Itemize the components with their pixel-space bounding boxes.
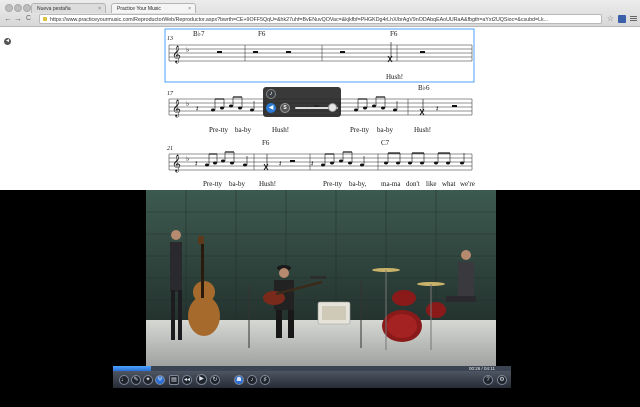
lyric: ba-by, [349, 180, 366, 188]
lyric: what [442, 180, 456, 188]
svg-text:𝄞: 𝄞 [172, 155, 181, 172]
chord-symbol: F6 [258, 30, 266, 38]
solo-button[interactable]: S [280, 103, 290, 113]
lyric: Hush! [272, 126, 289, 134]
help-icon[interactable]: ? [483, 375, 493, 385]
player-controls: 00:26 / 04:11 ♩ ✎ ✦ Ψ ▤ ◂◂ ▶ ↻ ☗ ♪ ♯ ? ⚙ [113, 366, 511, 388]
svg-text:♭: ♭ [186, 155, 189, 163]
svg-text:𝄽: 𝄽 [279, 159, 282, 168]
film-icon[interactable]: ▤ [169, 375, 179, 385]
bookmark-star-icon[interactable]: ☆ [607, 14, 614, 24]
video-frame [146, 190, 496, 366]
video-player[interactable]: 00:26 / 04:11 ♩ ✎ ✦ Ψ ▤ ◂◂ ▶ ↻ ☗ ♪ ♯ ? ⚙ [0, 190, 640, 407]
progress-bar[interactable]: 00:26 / 04:11 [113, 366, 511, 371]
volume-icon[interactable]: ◀ [266, 103, 276, 113]
staff-system-3[interactable]: 𝄞 ♭ 𝄽 𝄽 𝄽 [168, 151, 473, 172]
svg-text:♭: ♭ [186, 100, 189, 108]
progress-fill [113, 366, 151, 371]
brush-icon[interactable]: ✦ [143, 375, 153, 385]
tempo-icon[interactable]: ♪ [247, 375, 257, 385]
zoom-window-button[interactable] [23, 4, 31, 12]
lyric: Hush! [414, 126, 431, 134]
svg-text:♭: ♭ [186, 46, 189, 54]
speaker-icon[interactable]: ♪ [266, 89, 276, 99]
band-icon[interactable]: ☗ [234, 375, 244, 385]
forward-button[interactable]: → [14, 14, 22, 24]
svg-text:𝄞: 𝄞 [172, 100, 181, 117]
chord-symbol: B♭6 [418, 84, 430, 92]
tab-practice-your-music[interactable]: Practice Your Music × [111, 3, 196, 13]
svg-text:𝄽: 𝄽 [195, 159, 198, 168]
chord-symbol: F6 [262, 139, 270, 147]
lyric: don't [406, 180, 420, 188]
lyric: ba-by [229, 180, 245, 188]
tab-close-icon[interactable]: × [98, 4, 101, 14]
lyric: like [426, 180, 437, 188]
chord-symbol: C7 [381, 139, 390, 147]
lyric: we're [460, 180, 475, 188]
tab-new[interactable]: Nueva pestaña × [31, 3, 106, 13]
tab-close-icon[interactable]: × [188, 4, 191, 14]
chord-symbol: F6 [390, 30, 398, 38]
loop-icon[interactable]: ↻ [210, 375, 220, 385]
svg-text:𝄽: 𝄽 [436, 104, 439, 113]
lyric: Hush! [259, 180, 276, 188]
measure-number: 17 [167, 91, 174, 97]
staff-system-1[interactable]: 𝄞 ♭ [168, 42, 473, 63]
pencil-icon[interactable]: ✎ [131, 375, 141, 385]
pitch-icon[interactable]: ♯ [260, 375, 270, 385]
lock-icon [43, 17, 47, 21]
measure-number: 13 [167, 36, 173, 42]
lyric: Pre-tty [203, 180, 223, 188]
play-icon[interactable]: ▶ [196, 374, 207, 385]
lyric: Pre-tty [350, 126, 370, 134]
lyric: Hush! [386, 73, 403, 81]
lyric: ba-by [235, 126, 251, 134]
lyric: Pre-tty [209, 126, 229, 134]
address-bar[interactable]: https://www.practiceyourmusic.com/Reprod… [39, 14, 602, 24]
close-window-button[interactable] [5, 4, 13, 12]
time-display: 00:26 / 04:11 [469, 366, 495, 371]
lyric: Pre-tty [323, 180, 343, 188]
browser-chrome: Nueva pestaña × Practice Your Music × ← … [0, 0, 640, 27]
metronome-icon[interactable]: ♩ [119, 375, 129, 385]
minimize-window-button[interactable] [14, 4, 22, 12]
chord-symbol: B♭7 [193, 30, 205, 38]
settings-icon[interactable]: ⚙ [497, 375, 507, 385]
tab-label: Practice Your Music [117, 6, 161, 12]
svg-text:𝄞: 𝄞 [172, 46, 181, 63]
tuner-icon[interactable]: Ψ [155, 375, 165, 385]
rewind-icon[interactable]: ◂◂ [182, 375, 192, 385]
url-text: https://www.practiceyourmusic.com/Reprod… [50, 17, 549, 23]
lyric: ba-by [377, 126, 393, 134]
selection-box [164, 28, 475, 83]
svg-text:𝄽: 𝄽 [311, 159, 314, 168]
tab-label: Nueva pestaña [37, 6, 71, 12]
measure-number: 21 [167, 146, 173, 152]
back-button[interactable]: ← [4, 14, 12, 24]
svg-text:𝄽: 𝄽 [196, 104, 199, 113]
lyric: ma-ma [381, 180, 401, 188]
reload-button[interactable]: C [26, 14, 31, 24]
extension-icon[interactable] [618, 15, 626, 23]
menu-icon[interactable] [630, 15, 637, 23]
